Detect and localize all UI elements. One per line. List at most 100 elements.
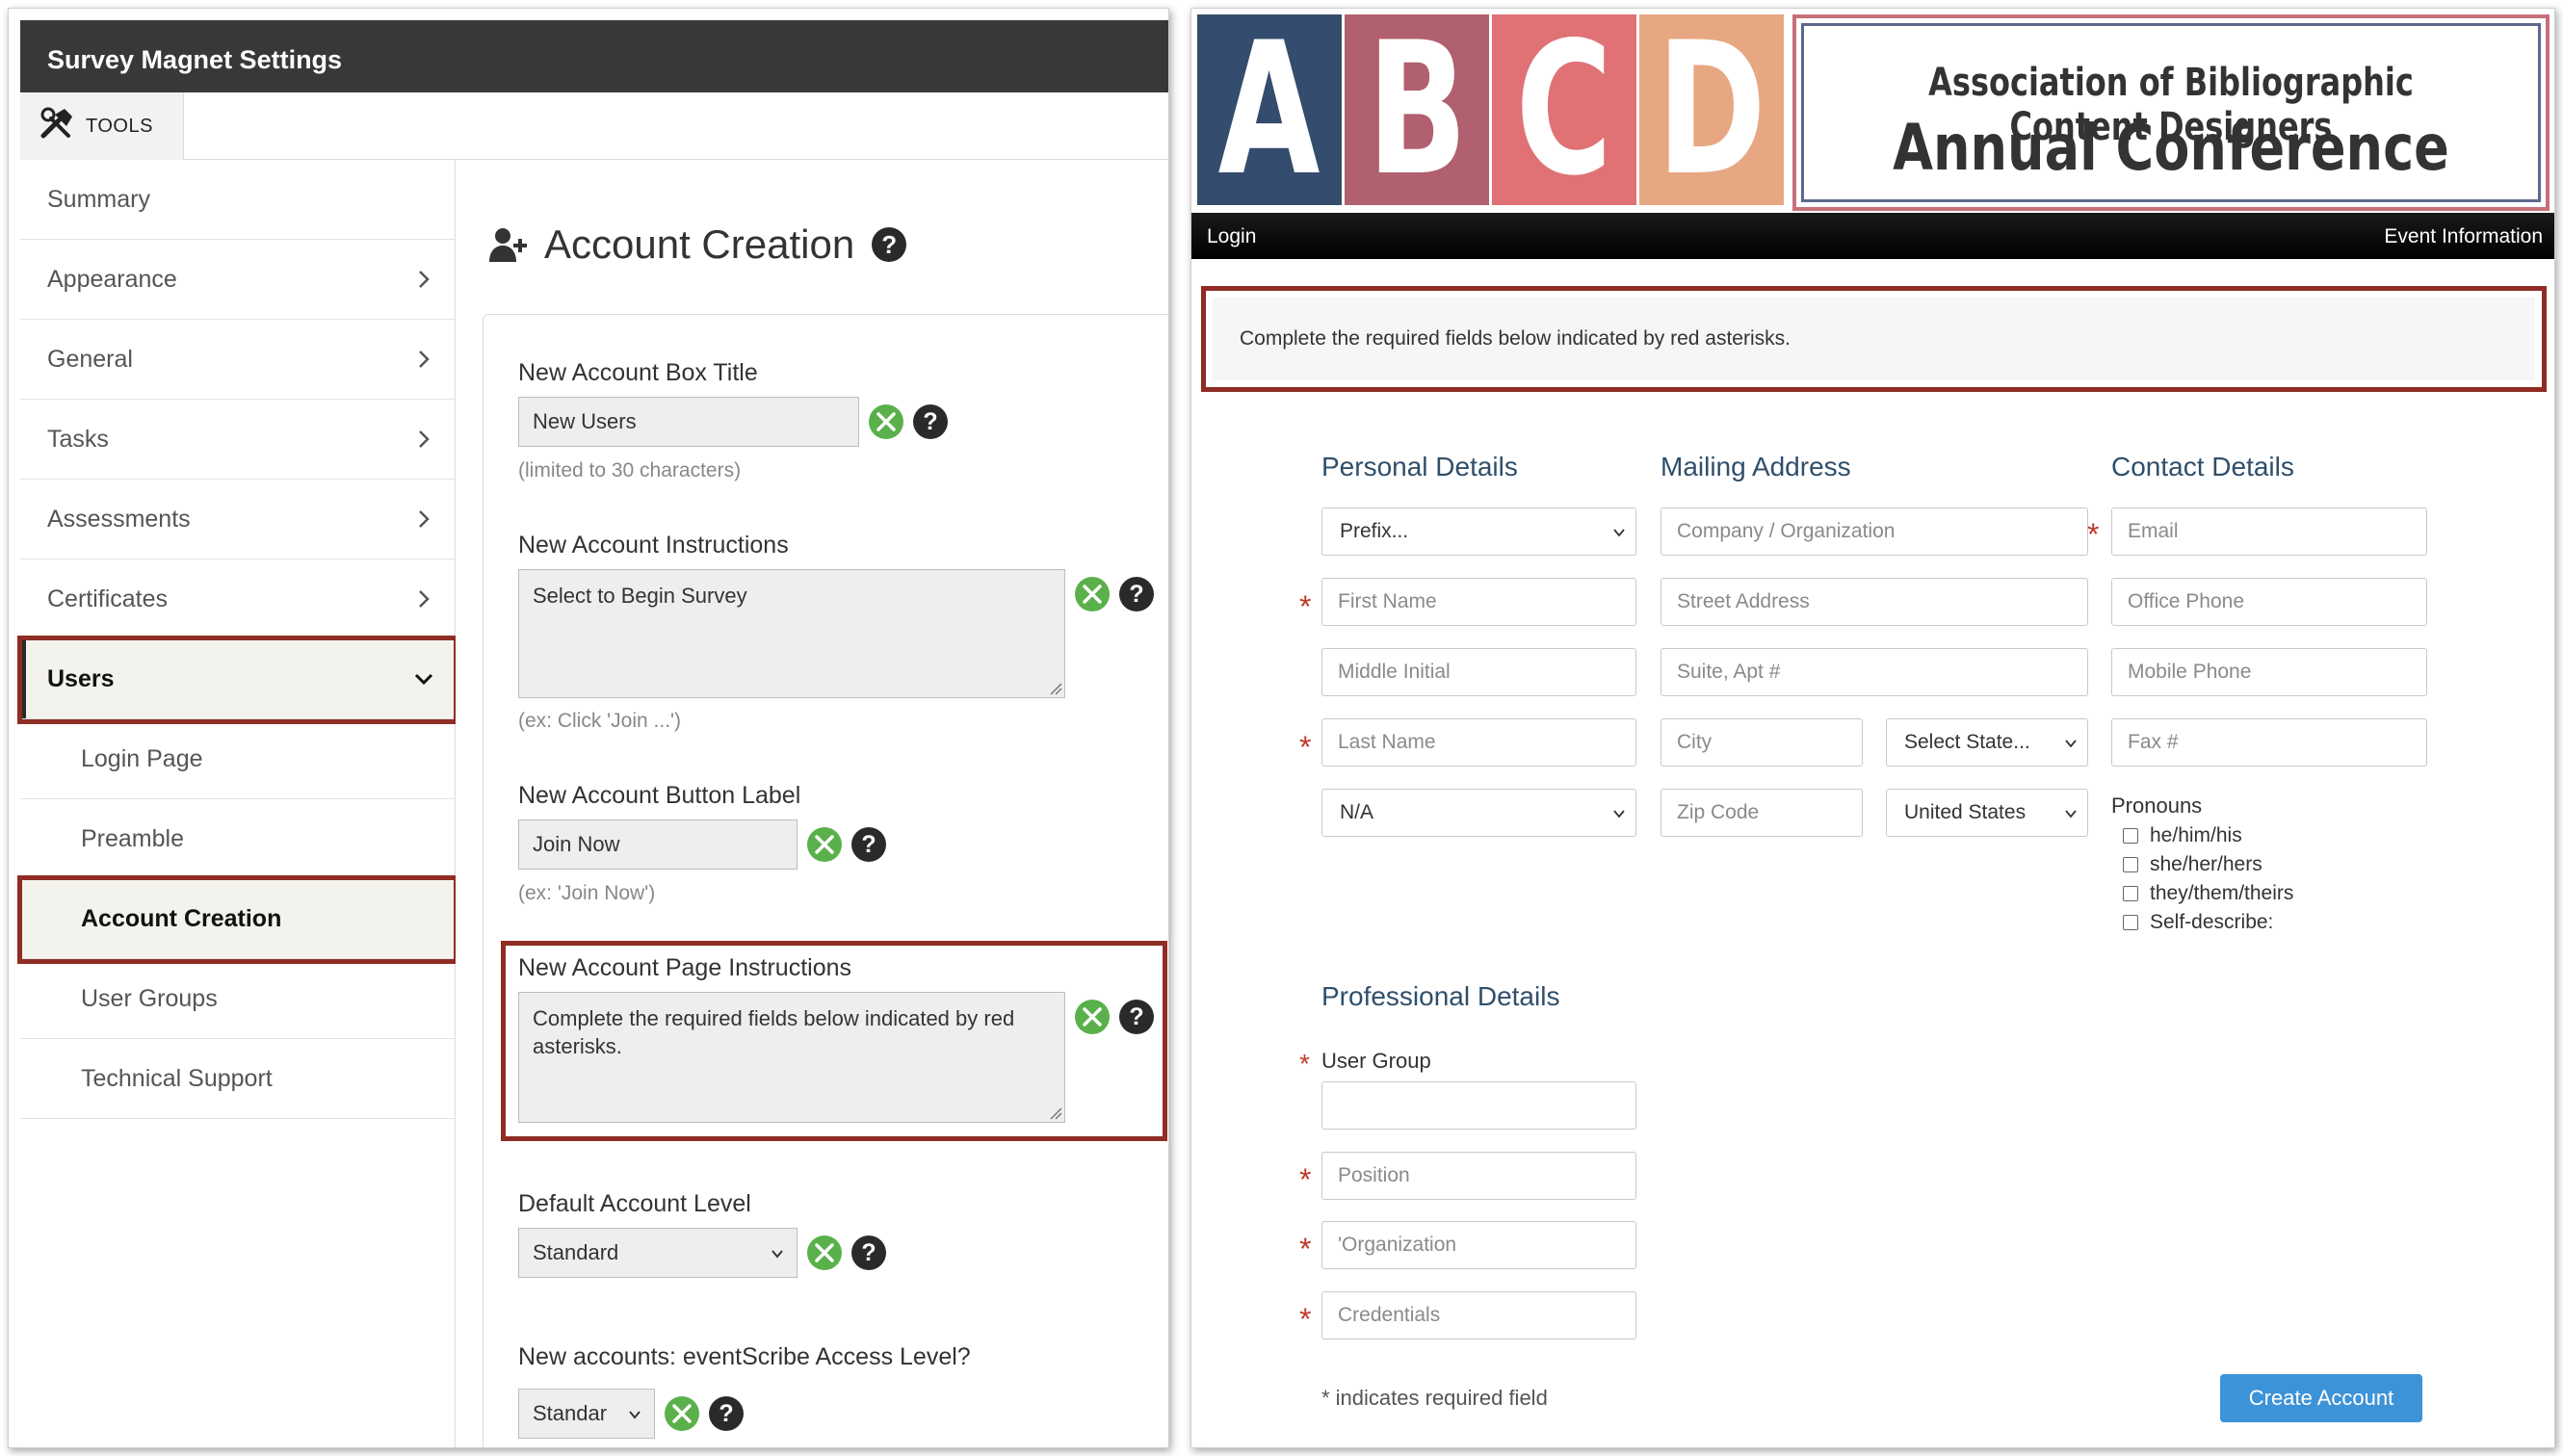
help-icon[interactable]: ? bbox=[913, 404, 948, 439]
resize-handle-icon[interactable] bbox=[1049, 682, 1062, 695]
tools-icon bbox=[39, 107, 74, 145]
pronoun-label: they/them/theirs bbox=[2150, 882, 2294, 904]
checkbox[interactable] bbox=[2123, 857, 2138, 872]
email-input[interactable]: Email bbox=[2111, 507, 2427, 556]
sidebar-item-tasks[interactable]: Tasks bbox=[20, 400, 456, 480]
nav-event-info-link[interactable]: Event Information bbox=[2384, 225, 2543, 248]
credentials-input[interactable]: Credentials bbox=[1321, 1291, 1636, 1339]
instructions-hint: (ex: Click 'Join ...') bbox=[518, 710, 682, 732]
tools-icon[interactable] bbox=[807, 827, 842, 862]
instructions-label: New Account Instructions bbox=[518, 532, 789, 559]
app-header: Survey Magnet Settings bbox=[20, 20, 1168, 92]
registration-preview: A B C D Association of Bibliographic Con… bbox=[1190, 8, 2555, 1448]
middle-initial-input[interactable]: Middle Initial bbox=[1321, 648, 1636, 696]
chevron-down-icon bbox=[1613, 810, 1625, 819]
sidebar-item-label: Certificates bbox=[47, 585, 169, 612]
box-title-label: New Account Box Title bbox=[518, 359, 758, 386]
conference-banner: Association of Bibliographic Content Des… bbox=[1792, 14, 2550, 211]
page-instructions-text: Complete the required fields below indic… bbox=[533, 1006, 1015, 1058]
required-asterisk: * bbox=[1299, 1049, 1310, 1079]
help-icon[interactable]: ? bbox=[709, 1396, 744, 1431]
pronoun-option[interactable]: Self-describe: bbox=[2123, 911, 2273, 934]
chevron-down-icon bbox=[2065, 810, 2077, 819]
eventscribe-level-select[interactable]: Standar bbox=[518, 1389, 655, 1439]
tools-icon[interactable] bbox=[1075, 577, 1110, 611]
default-level-value: Standard bbox=[533, 1240, 619, 1264]
suite-input[interactable]: Suite, Apt # bbox=[1661, 648, 2088, 696]
button-label-input[interactable]: Join Now bbox=[518, 819, 798, 870]
tools-icon[interactable] bbox=[869, 404, 903, 439]
mobile-phone-input[interactable]: Mobile Phone bbox=[2111, 648, 2427, 696]
tools-icon[interactable] bbox=[665, 1396, 699, 1431]
zip-code-input[interactable]: Zip Code bbox=[1661, 789, 1863, 837]
sidebar-item-general[interactable]: General bbox=[20, 320, 456, 400]
page-title-text: Account Creation bbox=[544, 221, 855, 267]
country-value: United States bbox=[1904, 801, 2027, 823]
checkbox[interactable] bbox=[2123, 915, 2138, 930]
box-title-input[interactable]: New Users bbox=[518, 397, 859, 447]
prefix-select[interactable]: Prefix... bbox=[1321, 507, 1636, 556]
box-title-hint: (limited to 30 characters) bbox=[518, 459, 742, 481]
help-icon[interactable]: ? bbox=[1119, 577, 1154, 611]
tools-icon[interactable] bbox=[1075, 1000, 1110, 1034]
default-level-label: Default Account Level bbox=[518, 1190, 751, 1217]
sidebar-item-label: Assessments bbox=[47, 505, 191, 533]
instructions-text: Complete the required fields below indic… bbox=[1213, 298, 2535, 380]
resize-handle-icon[interactable] bbox=[1049, 1106, 1062, 1120]
sidebar-item-label: Login Page bbox=[81, 744, 203, 772]
sidebar-subitem-login-page[interactable]: Login Page bbox=[20, 719, 456, 799]
tools-label: TOOLS bbox=[86, 115, 153, 137]
sidebar-item-appearance[interactable]: Appearance bbox=[20, 240, 456, 320]
checkbox[interactable] bbox=[2123, 828, 2138, 844]
toolbar: TOOLS bbox=[20, 92, 1168, 160]
pronoun-option[interactable]: he/him/his bbox=[2123, 824, 2242, 847]
sidebar-subitem-user-groups[interactable]: User Groups bbox=[20, 959, 456, 1039]
sidebar-item-summary[interactable]: Summary bbox=[20, 160, 456, 240]
last-name-input[interactable]: Last Name bbox=[1321, 718, 1636, 767]
user-group-input[interactable] bbox=[1321, 1081, 1636, 1130]
default-level-select[interactable]: Standard bbox=[518, 1228, 798, 1278]
first-name-input[interactable]: First Name bbox=[1321, 578, 1636, 626]
sidebar-item-certificates[interactable]: Certificates bbox=[20, 559, 456, 639]
suffix-select[interactable]: N/A bbox=[1321, 789, 1636, 837]
chevron-right-icon bbox=[419, 351, 430, 368]
fax-input[interactable]: Fax # bbox=[2111, 718, 2427, 767]
required-asterisk: * bbox=[1299, 730, 1312, 765]
chevron-down-icon bbox=[629, 1411, 641, 1419]
required-asterisk: * bbox=[1299, 1232, 1312, 1266]
eventscribe-level-label: New accounts: eventScribe Access Level? bbox=[518, 1343, 971, 1370]
help-icon[interactable]: ? bbox=[872, 227, 907, 262]
sidebar-item-assessments[interactable]: Assessments bbox=[20, 480, 456, 559]
settings-panel: Survey Magnet Settings TOOLS Summary App… bbox=[8, 8, 1169, 1448]
chevron-down-icon bbox=[1613, 529, 1625, 537]
checkbox[interactable] bbox=[2123, 886, 2138, 901]
contact-details-heading: Contact Details bbox=[2111, 452, 2294, 481]
sidebar-subitem-preamble[interactable]: Preamble bbox=[20, 799, 456, 879]
create-account-button[interactable]: Create Account bbox=[2220, 1374, 2422, 1422]
page-instructions-textarea[interactable]: Complete the required fields below indic… bbox=[518, 992, 1065, 1123]
country-select[interactable]: United States bbox=[1886, 789, 2088, 837]
tools-tab[interactable]: TOOLS bbox=[20, 92, 184, 160]
nav-login-link[interactable]: Login bbox=[1207, 225, 1256, 248]
help-icon[interactable]: ? bbox=[851, 1235, 886, 1270]
personal-details-heading: Personal Details bbox=[1321, 452, 1518, 481]
button-label-label: New Account Button Label bbox=[518, 782, 801, 809]
organization-input[interactable]: 'Organization bbox=[1321, 1221, 1636, 1269]
help-icon[interactable]: ? bbox=[1119, 1000, 1154, 1034]
position-input[interactable]: Position bbox=[1321, 1152, 1636, 1200]
sidebar-subitem-technical-support[interactable]: Technical Support bbox=[20, 1039, 456, 1119]
state-select[interactable]: Select State... bbox=[1886, 718, 2088, 767]
pronoun-label: she/her/hers bbox=[2150, 853, 2262, 875]
chevron-down-icon bbox=[772, 1250, 783, 1259]
help-icon[interactable]: ? bbox=[851, 827, 886, 862]
city-input[interactable]: City bbox=[1661, 718, 1863, 767]
logo-letter-d: D bbox=[1639, 14, 1784, 205]
pronoun-option[interactable]: she/her/hers bbox=[2123, 853, 2262, 876]
street-address-input[interactable]: Street Address bbox=[1661, 578, 2088, 626]
pronoun-option[interactable]: they/them/theirs bbox=[2123, 882, 2293, 905]
office-phone-input[interactable]: Office Phone bbox=[2111, 578, 2427, 626]
required-asterisk: * bbox=[2087, 517, 2100, 552]
tools-icon[interactable] bbox=[807, 1235, 842, 1270]
instructions-textarea[interactable]: Select to Begin Survey bbox=[518, 569, 1065, 698]
company-input[interactable]: Company / Organization bbox=[1661, 507, 2088, 556]
